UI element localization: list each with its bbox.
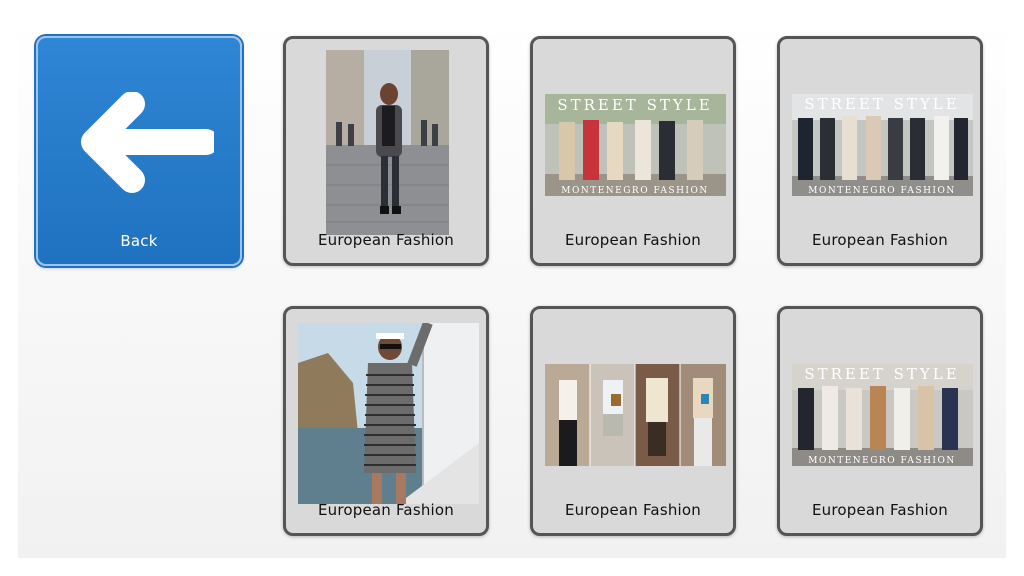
tile-european-fashion-4[interactable]: European Fashion <box>283 306 489 536</box>
street-style-group-photo: STREET STYLE MONTENEGRO FASHION <box>792 364 973 466</box>
back-label: Back <box>120 232 158 250</box>
tile-european-fashion-6[interactable]: STREET STYLE MONTENEGRO FASHION European… <box>777 306 983 536</box>
back-button[interactable]: Back <box>36 36 242 266</box>
overlay-top-text: STREET STYLE <box>804 365 959 383</box>
street-style-collage-photo <box>545 364 726 466</box>
street-style-group-photo: STREET STYLE MONTENEGRO FASHION <box>792 94 973 196</box>
woman-walking-cobblestone-street-photo <box>326 50 449 235</box>
tile-label: European Fashion <box>564 231 702 249</box>
overlay-top-text: STREET STYLE <box>804 95 959 113</box>
tile-european-fashion-2[interactable]: STREET STYLE MONTENEGRO FASHION European… <box>530 36 736 266</box>
tile-european-fashion-5[interactable]: European Fashion <box>530 306 736 536</box>
overlay-bottom-text: MONTENEGRO FASHION <box>808 186 955 196</box>
tile-european-fashion-1[interactable]: European Fashion <box>283 36 489 266</box>
tile-label: European Fashion <box>317 231 455 249</box>
overlay-bottom-text: MONTENEGRO FASHION <box>561 186 708 196</box>
arrow-left-icon <box>74 91 219 198</box>
overlay-top-text: STREET STYLE <box>557 96 712 114</box>
street-style-group-photo: STREET STYLE MONTENEGRO FASHION <box>545 94 726 196</box>
tile-label: European Fashion <box>811 231 949 249</box>
woman-on-yacht-photo <box>298 323 479 504</box>
communication-board: Back European Fashion STREET STYLE MONTE… <box>18 18 1006 558</box>
tile-european-fashion-3[interactable]: STREET STYLE MONTENEGRO FASHION European… <box>777 36 983 266</box>
tile-label: European Fashion <box>564 501 702 519</box>
tile-label: European Fashion <box>811 501 949 519</box>
overlay-bottom-text: MONTENEGRO FASHION <box>808 456 955 466</box>
tile-label: European Fashion <box>317 501 455 519</box>
